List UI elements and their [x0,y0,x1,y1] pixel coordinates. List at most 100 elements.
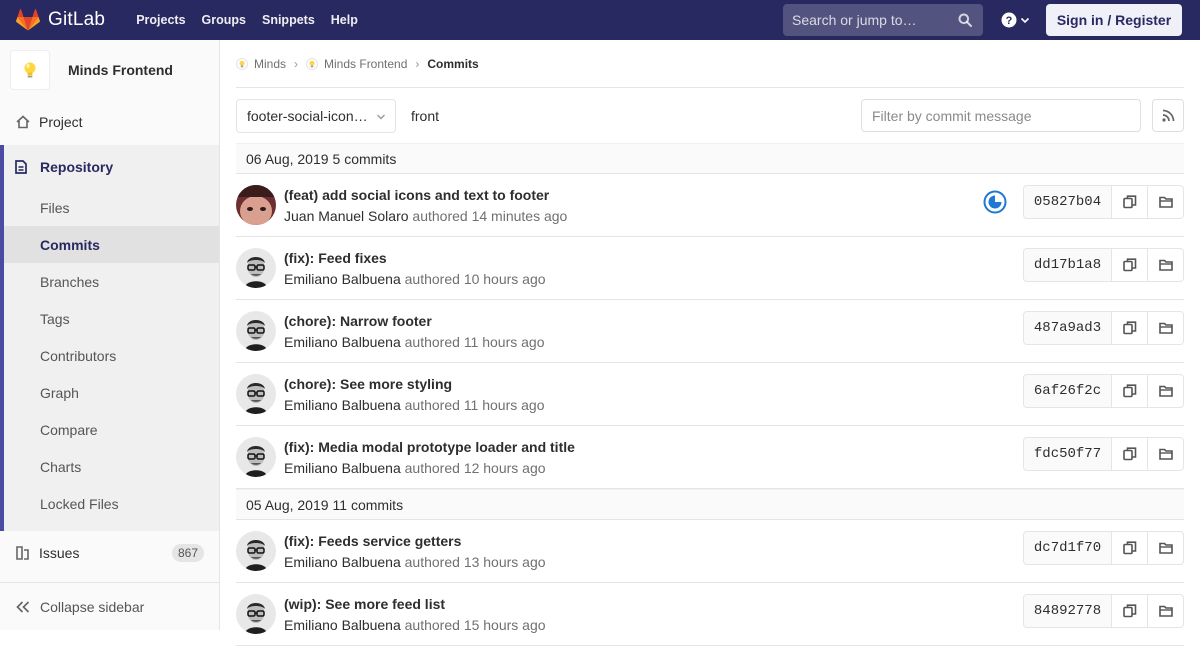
commit-meta: Emiliano Balbuena authored 13 hours ago [284,554,546,570]
avatar[interactable] [236,531,276,571]
commit-sha-button[interactable]: 487a9ad3 [1023,311,1112,345]
commit-title[interactable]: (fix): Media modal prototype loader and … [284,439,575,455]
commit-author[interactable]: Emiliano Balbuena [284,460,401,476]
copy-sha-button[interactable] [1112,531,1148,565]
commit-verb: authored [404,271,460,287]
search-box[interactable] [783,4,983,36]
browse-files-button[interactable] [1148,531,1184,565]
copy-icon [1122,195,1136,209]
sidebar-subitem-charts[interactable]: Charts [4,448,219,485]
copy-sha-button[interactable] [1112,185,1148,219]
sidebar-item-issues[interactable]: Issues 867 [0,533,219,573]
commit-row: (chore): See more styling Emiliano Balbue… [236,363,1184,426]
copy-icon [1122,384,1136,398]
nav-link-groups[interactable]: Groups [194,13,254,27]
sidebar-subitem-tags[interactable]: Tags [4,300,219,337]
copy-sha-button[interactable] [1112,437,1148,471]
folder-icon [1158,385,1173,397]
breadcrumb-item-commits[interactable]: Commits [427,57,478,71]
sidebar-subitem-branches[interactable]: Branches [4,263,219,300]
sign-in-button[interactable]: Sign in / Register [1046,4,1182,36]
commit-author[interactable]: Emiliano Balbuena [284,334,401,350]
help-dropdown[interactable]: ? [1001,12,1030,28]
home-icon [16,115,32,129]
browse-files-button[interactable] [1148,311,1184,345]
commit-time: 11 hours ago [463,397,545,413]
filter-commit-message-input[interactable] [861,99,1141,132]
breadcrumb-item-minds-frontend[interactable]: Minds Frontend [306,57,407,71]
commit-title[interactable]: (feat) add social icons and text to foot… [284,187,549,203]
folder-icon [1158,196,1173,208]
sidebar-item-repository[interactable]: Repository [4,145,219,189]
commit-sha-button[interactable]: 84892778 [1023,594,1112,628]
commit-title[interactable]: (chore): See more styling [284,376,452,392]
commit-sha-button[interactable]: dd17b1a8 [1023,248,1112,282]
top-navbar: GitLab Projects Groups Snippets Help ? S… [0,0,1200,40]
branch-dropdown[interactable]: footer-social-icon… [236,98,396,133]
search-icon [958,13,972,27]
status-running-icon[interactable] [983,190,1007,217]
copy-sha-button[interactable] [1112,248,1148,282]
commit-time: 10 hours ago [463,271,546,287]
avatar[interactable] [236,437,276,477]
avatar[interactable] [236,374,276,414]
commit-author[interactable]: Emiliano Balbuena [284,271,401,287]
nav-link-projects[interactable]: Projects [128,13,193,27]
commit-author[interactable]: Emiliano Balbuena [284,617,401,633]
commit-title[interactable]: (fix): Feeds service getters [284,533,461,549]
nav-link-snippets[interactable]: Snippets [254,13,323,27]
day-header: 06 Aug, 2019 5 commits [236,143,1184,174]
browse-files-button[interactable] [1148,248,1184,282]
commit-sha-group: fdc50f77 [1023,437,1184,471]
sidebar-item-project[interactable]: Project [0,102,219,142]
collapse-sidebar-button[interactable]: Collapse sidebar [0,582,219,630]
commit-sha-button[interactable]: 6af26f2c [1023,374,1112,408]
browse-files-button[interactable] [1148,437,1184,471]
commit-author[interactable]: Juan Manuel Solaro [284,208,409,224]
copy-sha-button[interactable] [1112,374,1148,408]
commit-author[interactable]: Emiliano Balbuena [284,554,401,570]
commit-title[interactable]: (fix): Feed fixes [284,250,387,266]
copy-sha-button[interactable] [1112,594,1148,628]
commit-verb: authored [404,397,460,413]
browse-files-button[interactable] [1148,594,1184,628]
breadcrumb-item-minds[interactable]: Minds [236,57,286,71]
lightbulb-icon [306,57,319,70]
commit-verb: authored [404,334,460,350]
commit-row: (chore): Narrow footer Emiliano Balbuena … [236,300,1184,363]
browse-files-button[interactable] [1148,374,1184,408]
commit-sha-group: 6af26f2c [1023,374,1184,408]
copy-icon [1122,258,1136,272]
commit-sha-button[interactable]: dc7d1f70 [1023,531,1112,565]
nav-link-help[interactable]: Help [323,13,366,27]
copy-sha-button[interactable] [1112,311,1148,345]
commit-author[interactable]: Emiliano Balbuena [284,397,401,413]
gitlab-tanuki-icon [16,9,40,31]
avatar[interactable] [236,185,276,225]
avatar[interactable] [236,248,276,288]
commit-title[interactable]: (chore): Narrow footer [284,313,432,329]
day-commit-count: 11 commits [332,496,404,513]
sidebar-project-header[interactable]: Minds Frontend [0,40,219,100]
commit-sha-button[interactable]: fdc50f77 [1023,437,1112,471]
sidebar-subitem-files[interactable]: Files [4,189,219,226]
commit-title[interactable]: (wip): See more feed list [284,596,445,612]
sidebar-subitem-commits[interactable]: Commits [4,226,219,263]
svg-text:?: ? [1006,15,1013,27]
browse-files-button[interactable] [1148,185,1184,219]
path-text: front [411,107,440,124]
commit-verb: authored [404,617,460,633]
sidebar-subitem-compare[interactable]: Compare [4,411,219,448]
sidebar-subitem-graph[interactable]: Graph [4,374,219,411]
commit-sha-button[interactable]: 05827b04 [1023,185,1112,219]
commit-meta: Juan Manuel Solaro authored 14 minutes a… [284,208,567,224]
gitlab-logo[interactable]: GitLab [16,0,105,40]
avatar[interactable] [236,311,276,351]
commit-time: 14 minutes ago [471,208,568,224]
sidebar-subitem-locked-files[interactable]: Locked Files [4,485,219,522]
rss-button[interactable] [1152,99,1184,132]
folder-icon [1158,259,1173,271]
search-input[interactable] [792,12,952,28]
sidebar-subitem-contributors[interactable]: Contributors [4,337,219,374]
avatar[interactable] [236,594,276,634]
